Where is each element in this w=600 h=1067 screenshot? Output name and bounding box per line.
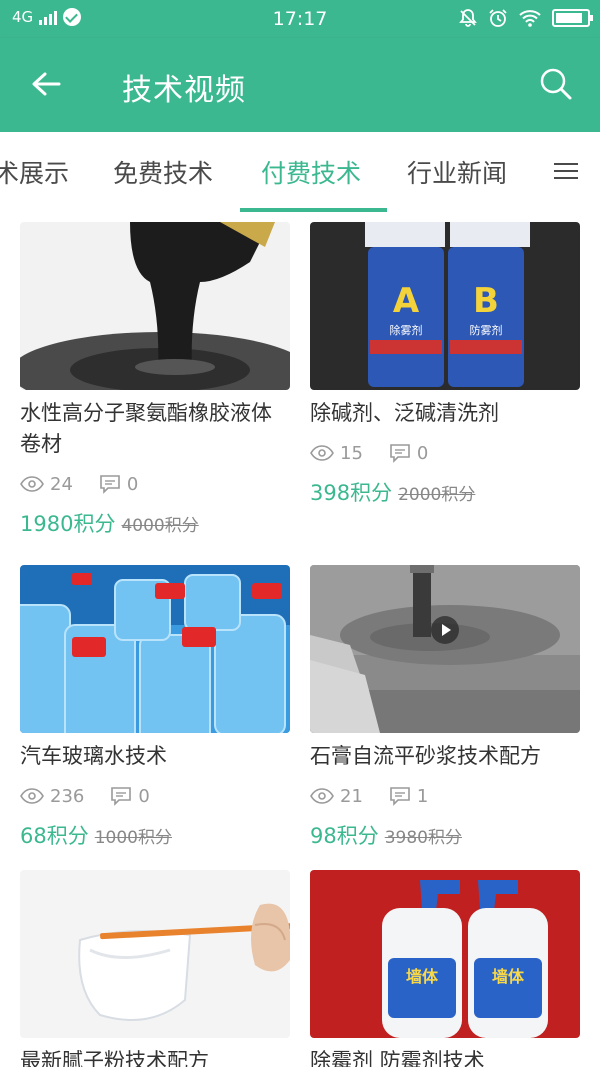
menu-button[interactable] (554, 158, 584, 188)
product-label-a-name: 除雾剂 (390, 323, 423, 337)
comment-count: 0 (416, 442, 429, 464)
video-thumbnail (20, 870, 290, 1038)
original-price: 3980积分 (384, 828, 462, 848)
menu-icon (554, 163, 584, 179)
bell-off-icon (459, 9, 477, 27)
video-thumbnail (20, 565, 290, 733)
video-thumbnail (20, 222, 290, 390)
view-count: 236 (50, 785, 85, 807)
view-count: 21 (340, 785, 363, 807)
product-label-b-name: 防雾剂 (470, 323, 503, 337)
video-card[interactable]: 石膏自流平砂浆技术配方 21 1 98积分 3980积分 (310, 565, 580, 850)
eye-icon (20, 788, 44, 804)
product-label-b: B (473, 281, 499, 321)
wifi-icon (519, 10, 541, 27)
video-card[interactable]: 最新腻子粉技术配方 (20, 870, 290, 1067)
price-row: 68积分 1000积分 (20, 820, 290, 850)
card-stats: 21 1 (310, 784, 580, 808)
product-label-right: 墙体 (492, 967, 525, 986)
status-bar: 4G 17:17 (0, 0, 600, 38)
card-title: 汽车玻璃水技术 (20, 744, 167, 768)
comment-count: 0 (126, 473, 139, 495)
app-screen: 4G 17:17 技术视频 术展示 免费技术 付费技术 行业新闻 水性高分子聚氨… (0, 0, 600, 1067)
arrow-left-icon (32, 72, 61, 96)
category-tabs: 术展示 免费技术 付费技术 行业新闻 (0, 132, 600, 212)
app-header: 技术视频 (0, 38, 600, 132)
comment-icon (100, 475, 120, 494)
original-price: 1000积分 (94, 828, 172, 848)
view-count: 15 (340, 442, 363, 464)
play-icon[interactable] (431, 616, 459, 644)
eye-icon (310, 445, 334, 461)
card-title: 最新腻子粉技术配方 (20, 1049, 209, 1067)
card-title: 除霉剂 防霉剂技术 (310, 1049, 485, 1067)
comment-count: 1 (416, 785, 429, 807)
tab-paid-tech[interactable]: 付费技术 (261, 154, 361, 190)
current-price: 68积分 (20, 824, 89, 848)
tab-tech-showcase[interactable]: 术展示 (0, 154, 69, 190)
battery-icon (552, 9, 593, 27)
video-thumbnail: A B 除雾剂 防雾剂 (310, 222, 580, 390)
eye-icon (20, 476, 44, 492)
price-row: 398积分 2000积分 (310, 477, 580, 507)
video-card[interactable]: 墙体 墙体 除霉剂 防霉剂技术 (310, 870, 580, 1067)
card-title: 水性高分子聚氨酯橡胶液体卷材 (20, 401, 272, 456)
tab-industry-news[interactable]: 行业新闻 (407, 154, 507, 190)
current-price: 98积分 (310, 824, 379, 848)
video-thumbnail (310, 565, 580, 733)
card-title: 除碱剂、泛碱清洗剂 (310, 401, 499, 425)
card-stats: 236 0 (20, 784, 290, 808)
product-label-left: 墙体 (406, 967, 439, 986)
video-thumbnail: 墙体 墙体 (310, 870, 580, 1038)
tab-free-tech[interactable]: 免费技术 (113, 154, 213, 190)
eye-icon (310, 788, 334, 804)
price-row: 1980积分 4000积分 (20, 508, 290, 538)
search-button[interactable] (536, 64, 576, 104)
original-price: 2000积分 (398, 485, 476, 505)
current-price: 398积分 (310, 481, 393, 505)
video-card[interactable]: A B 除雾剂 防雾剂 除碱剂、泛碱清洗剂 15 0 398积分 2000积分 (310, 222, 580, 507)
card-stats: 15 0 (310, 441, 580, 465)
back-button[interactable] (28, 66, 64, 102)
product-label-a: A (393, 281, 420, 321)
comment-icon (390, 444, 410, 463)
video-card[interactable]: 汽车玻璃水技术 236 0 68积分 1000积分 (20, 565, 290, 850)
comment-icon (390, 787, 410, 806)
price-row: 98积分 3980积分 (310, 820, 580, 850)
card-stats: 24 0 (20, 472, 290, 496)
video-card[interactable]: 水性高分子聚氨酯橡胶液体卷材 24 0 1980积分 4000积分 (20, 222, 290, 538)
comment-icon (111, 787, 132, 806)
current-price: 1980积分 (20, 512, 116, 536)
card-title: 石膏自流平砂浆技术配方 (310, 744, 541, 768)
alarm-icon (489, 9, 507, 27)
original-price: 4000积分 (121, 516, 199, 536)
view-count: 24 (50, 473, 73, 495)
search-icon (540, 68, 572, 100)
comment-count: 0 (138, 785, 150, 807)
active-tab-indicator (240, 208, 387, 212)
page-title: 技术视频 (122, 73, 246, 108)
